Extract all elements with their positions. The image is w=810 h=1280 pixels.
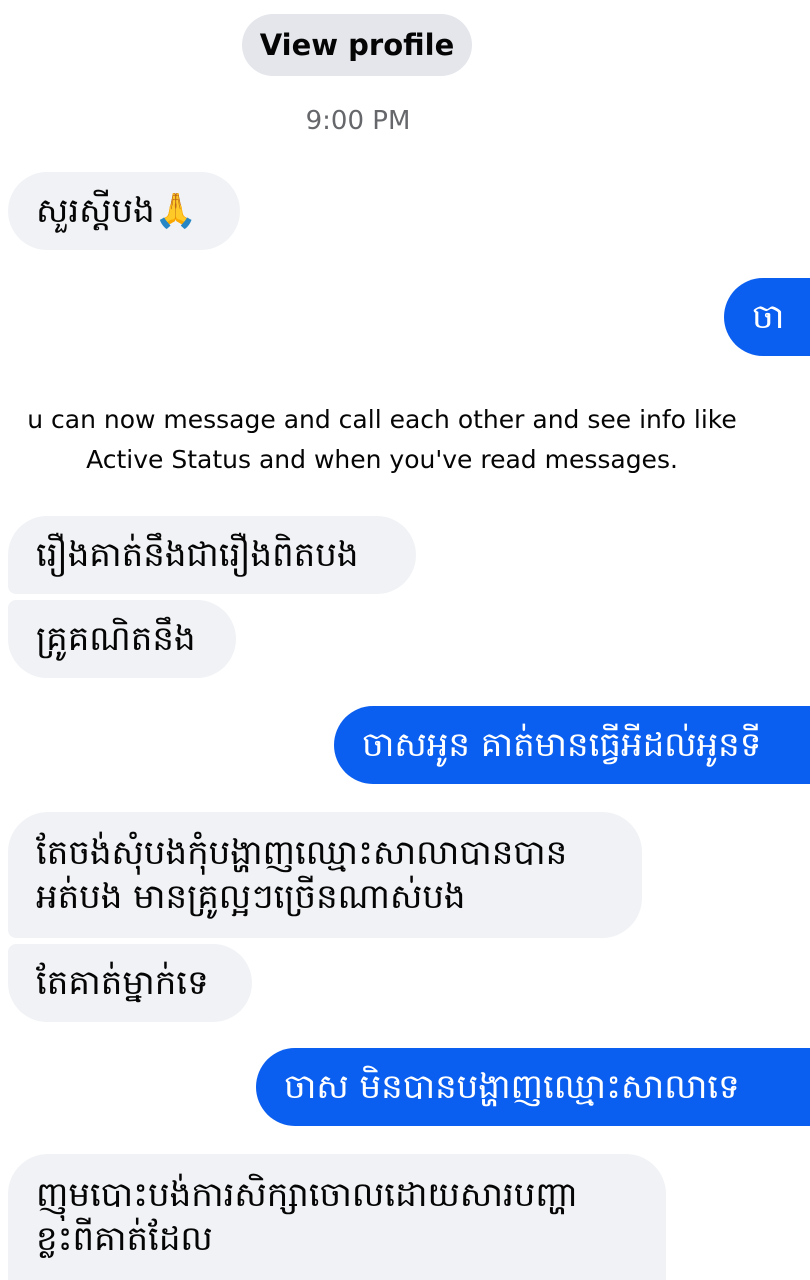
message-text-line: ខ្លះពីគាត់ដែល [36,1219,213,1259]
outgoing-message[interactable]: ចាស មិនបានបង្ហាញឈ្មោះសាលាទេ [256,1048,810,1126]
message-text-line: ញុមបោះបង់ការសិក្សាចោលដោយសារបញ្ហា [36,1175,578,1215]
incoming-message[interactable]: តែគាត់ម្នាក់ទេ [8,944,252,1022]
incoming-message[interactable]: ញុមបោះបង់ការសិក្សាចោលដោយសារបញ្ហា ខ្លះពីគ… [8,1154,666,1280]
outgoing-message[interactable]: ចា [724,278,810,356]
outgoing-message[interactable]: ចាសអូន គាត់មានធ្វើអីដល់អូនទី [334,706,810,784]
incoming-message[interactable]: សួរស្ដីបង🙏 [8,172,240,250]
view-profile-button[interactable]: View profile [242,14,472,76]
incoming-message[interactable]: តែចង់សុំបងកុំបង្ហាញឈ្មោះសាលាបានបាន អត់បង… [8,812,642,938]
message-text: រឿងគាត់នឹងជារឿងពិតបង [36,535,359,575]
message-text: ចាស មិនបានបង្ហាញឈ្មោះសាលាទេ [284,1067,740,1107]
message-text: ចាសអូន គាត់មានធ្វើអីដល់អូនទី [362,725,762,765]
incoming-message[interactable]: គ្រូគណិតនឹង [8,600,236,678]
message-text: តែគាត់ម្នាក់ទេ [36,963,209,1003]
message-timestamp: 9:00 PM [305,106,411,136]
message-text-line: តែចង់សុំបងកុំបង្ហាញឈ្មោះសាលាបានបាន [36,833,568,873]
incoming-message[interactable]: រឿងគាត់នឹងជារឿងពិតបង [8,516,416,594]
message-text: គ្រូគណិតនឹង [36,619,196,659]
message-text: សួរស្ដីបង🙏 [36,191,198,231]
message-text-line: អត់បង មានគ្រូល្អៗច្រើនណាស់បង [36,877,466,917]
system-notice-line: u can now message and call each other an… [27,405,737,434]
message-text: ចា [752,297,785,337]
system-notice-line: Active Status and when you've read messa… [86,445,678,474]
system-notice: u can now message and call each other an… [0,400,772,480]
